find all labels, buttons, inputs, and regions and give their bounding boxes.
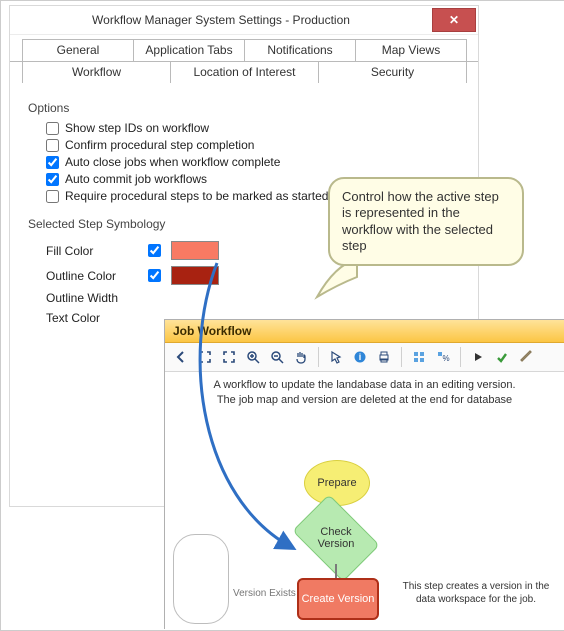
job-workflow-toolbar: i % [165,343,564,372]
svg-text:%: % [442,354,449,363]
back-icon[interactable] [171,347,191,367]
node-prepare[interactable]: Prepare [304,460,370,506]
node-create-label: Create Version [302,593,375,605]
tab-row-1: General Application Tabs Notifications M… [10,35,478,62]
node-check-label: Check Version [318,526,355,550]
opt-require-started-checkbox[interactable] [46,190,59,203]
close-button[interactable]: ✕ [432,8,476,32]
opt-auto-commit-label: Auto commit job workflows [65,172,207,186]
sym-text-label: Text Color [46,311,148,325]
sym-outline-swatch[interactable] [171,266,219,285]
step-note: This step creates a version in the data … [393,580,559,606]
node-prepare-label: Prepare [317,477,356,489]
toolbar-separator [401,347,402,367]
workflow-description: A workflow to update the landabase data … [175,378,554,408]
close-icon: ✕ [449,13,459,27]
toolbar-separator [318,347,319,367]
brush-icon[interactable] [516,347,536,367]
opt-confirm-completion-checkbox[interactable] [46,139,59,152]
workflow-description-line2: The job map and version are deleted at t… [175,393,554,408]
sym-row-width: Outline Width [46,291,460,305]
tab-map-views[interactable]: Map Views [355,39,467,61]
titlebar: Workflow Manager System Settings - Produ… [10,6,478,35]
opt-auto-close-checkbox[interactable] [46,156,59,169]
select-all-icon[interactable] [409,347,429,367]
percent-icon[interactable]: % [433,347,453,367]
sym-width-label: Outline Width [46,291,148,305]
tab-application-tabs[interactable]: Application Tabs [133,39,245,61]
zoom-out-icon[interactable] [267,347,287,367]
sym-fill-checkbox[interactable] [148,244,161,257]
tab-workflow[interactable]: Workflow [22,62,171,83]
play-icon[interactable] [468,347,488,367]
zoom-in-icon[interactable] [243,347,263,367]
opt-require-started-label: Require procedural steps to be marked as… [65,189,328,203]
opt-auto-commit-checkbox[interactable] [46,173,59,186]
opt-confirm-completion[interactable]: Confirm procedural step completion [46,138,460,152]
toolbar-separator [460,347,461,367]
tab-security[interactable]: Security [318,62,467,83]
tab-row-2: Workflow Location of Interest Security [10,62,478,83]
info-icon[interactable]: i [350,347,370,367]
tab-general[interactable]: General [22,39,134,61]
node-create-version[interactable]: Create Version [297,578,379,620]
callout-bubble: Control how the active step is represent… [328,177,524,266]
job-workflow-window: Job Workflow i % A workflow to update th… [164,319,564,629]
window-title: Workflow Manager System Settings - Produ… [10,13,432,27]
sym-outline-label: Outline Color [46,269,148,283]
sym-fill-label: Fill Color [46,244,148,258]
sym-outline-checkbox[interactable] [148,269,161,282]
node-check-version[interactable]: Check Version [300,512,372,564]
options-group-title: Options [28,101,460,115]
print-icon[interactable] [374,347,394,367]
opt-show-step-ids[interactable]: Show step IDs on workflow [46,121,460,135]
check-icon[interactable] [492,347,512,367]
opt-auto-close-label: Auto close jobs when workflow complete [65,155,280,169]
workflow-canvas[interactable]: A workflow to update the landabase data … [165,372,564,630]
pointer-icon[interactable] [326,347,346,367]
edge-label-version-exists: Version Exists [233,588,296,599]
opt-show-step-ids-checkbox[interactable] [46,122,59,135]
expand-icon[interactable] [219,347,239,367]
edge-check-create [335,564,337,578]
svg-text:i: i [359,352,362,362]
opt-confirm-completion-label: Confirm procedural step completion [65,138,254,152]
sym-fill-swatch[interactable] [171,241,219,260]
job-workflow-title: Job Workflow [173,324,251,338]
fit-icon[interactable] [195,347,215,367]
workflow-description-line1: A workflow to update the landabase data … [175,378,554,393]
opt-auto-close[interactable]: Auto close jobs when workflow complete [46,155,460,169]
node-side[interactable] [173,534,229,624]
pan-icon[interactable] [291,347,311,367]
sym-row-outline: Outline Color [46,266,460,285]
tab-location-of-interest[interactable]: Location of Interest [170,62,319,83]
job-workflow-titlebar: Job Workflow [165,320,564,343]
tab-notifications[interactable]: Notifications [244,39,356,61]
opt-show-step-ids-label: Show step IDs on workflow [65,121,209,135]
